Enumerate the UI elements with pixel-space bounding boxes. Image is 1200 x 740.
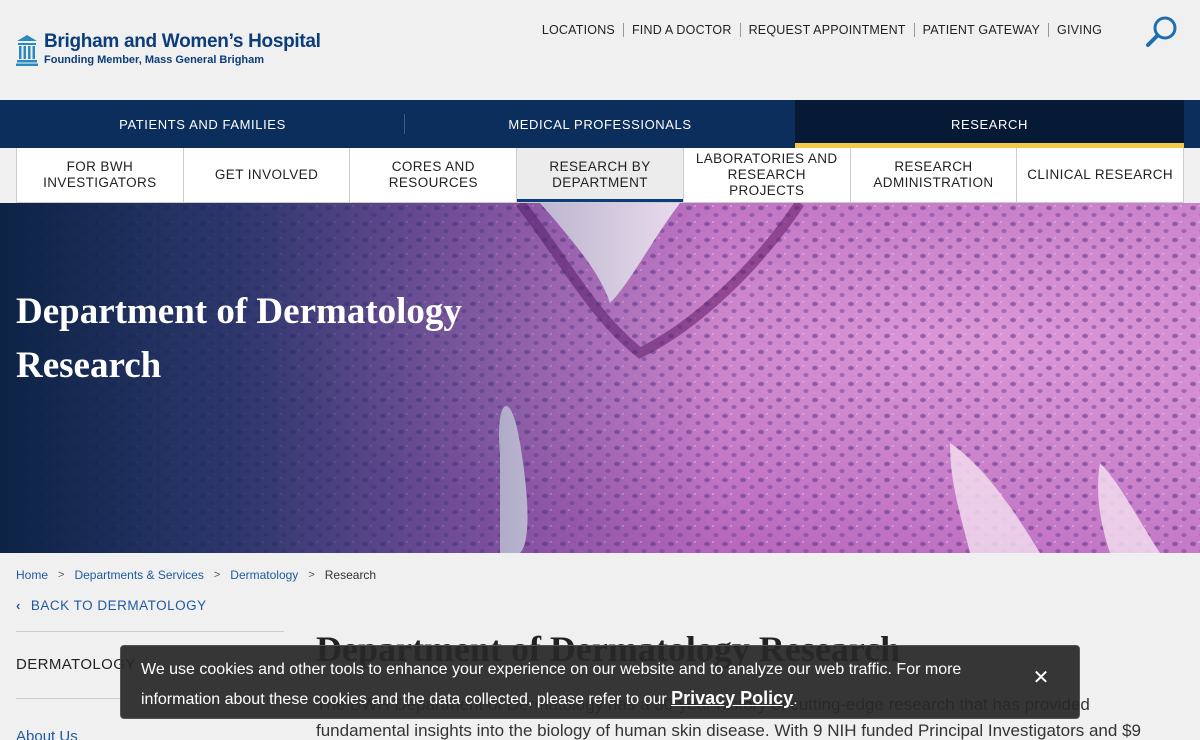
cookie-text: We use cookies and other tools to enhanc… — [141, 661, 962, 708]
hero-title-line2: Research — [16, 345, 162, 386]
breadcrumb-current: Research — [324, 568, 377, 582]
util-link-patient-gateway[interactable]: PATIENT GATEWAY — [913, 23, 1048, 37]
sidebar-item-about-us[interactable]: About Us — [16, 728, 78, 740]
brand-name: Brigham and Women’s Hospital — [44, 31, 321, 52]
site-header: Brigham and Women’s Hospital Founding Me… — [0, 0, 1200, 100]
sidebar-divider — [16, 631, 284, 632]
breadcrumb-departments[interactable]: Departments & Services — [74, 568, 203, 582]
breadcrumb-separator: > — [58, 569, 65, 581]
hospital-logo[interactable]: Brigham and Women’s Hospital Founding Me… — [16, 31, 321, 67]
breadcrumb-dermatology[interactable]: Dermatology — [230, 568, 298, 582]
cookie-text-end: . — [793, 691, 798, 708]
search-button[interactable] — [1144, 14, 1180, 50]
cookie-banner: We use cookies and other tools to enhanc… — [120, 645, 1080, 719]
privacy-policy-link[interactable]: Privacy Policy — [671, 688, 793, 708]
search-icon — [1146, 16, 1177, 47]
util-link-find-a-doctor[interactable]: FIND A DOCTOR — [622, 23, 740, 37]
subnav-laboratories-and-research-projects[interactable]: LABORATORIES AND RESEARCH PROJECTS — [684, 148, 851, 202]
chevron-left-icon: ‹ — [16, 598, 21, 613]
back-link-label: BACK TO DERMATOLOGY — [30, 598, 207, 613]
hero-title-line1: Department of Dermatology — [16, 291, 462, 332]
primary-nav-research[interactable]: RESEARCH — [795, 100, 1184, 148]
subnav-research-administration[interactable]: RESEARCH ADMINISTRATION — [851, 148, 1018, 202]
subnav-get-involved[interactable]: GET INVOLVED — [184, 148, 351, 202]
cookie-message: We use cookies and other tools to enhanc… — [141, 656, 981, 714]
close-icon[interactable]: ✕ — [1029, 666, 1053, 690]
back-to-dermatology-link[interactable]: ‹ BACK TO DERMATOLOGY — [16, 598, 207, 613]
breadcrumb-separator: > — [213, 569, 221, 581]
primary-nav-medical-professionals[interactable]: MEDICAL PROFESSIONALS — [405, 100, 795, 148]
hero-title: Department of Dermatology Research — [16, 285, 536, 393]
utility-nav: LOCATIONS FIND A DOCTOR REQUEST APPOINTM… — [534, 23, 1110, 37]
util-link-giving[interactable]: GIVING — [1048, 23, 1110, 37]
sidebar-heading[interactable]: DERMATOLOGY — [16, 656, 136, 673]
util-link-request-appointment[interactable]: REQUEST APPOINTMENT — [739, 23, 914, 37]
primary-nav-patients-and-families[interactable]: PATIENTS AND FAMILIES — [0, 100, 405, 148]
breadcrumb-home[interactable]: Home — [16, 568, 48, 582]
subnav-for-bwh-investigators[interactable]: FOR BWH INVESTIGATORS — [16, 148, 184, 202]
hero-banner: Department of Dermatology Research — [0, 203, 1200, 553]
brand-tagline: Founding Member, Mass General Brigham — [44, 54, 265, 66]
breadcrumb: Home > Departments & Services > Dermatol… — [16, 568, 376, 582]
building-icon — [16, 35, 38, 66]
subnav-cores-and-resources[interactable]: CORES AND RESOURCES — [350, 148, 518, 202]
util-link-locations[interactable]: LOCATIONS — [534, 23, 623, 37]
breadcrumb-separator: > — [308, 569, 315, 581]
primary-nav: PATIENTS AND FAMILIES MEDICAL PROFESSION… — [0, 100, 1200, 148]
subnav-clinical-research[interactable]: CLINICAL RESEARCH — [1017, 148, 1185, 202]
secondary-nav: FOR BWH INVESTIGATORS GET INVOLVED CORES… — [16, 148, 1185, 203]
subnav-research-by-department[interactable]: RESEARCH BY DEPARTMENT — [517, 148, 684, 202]
